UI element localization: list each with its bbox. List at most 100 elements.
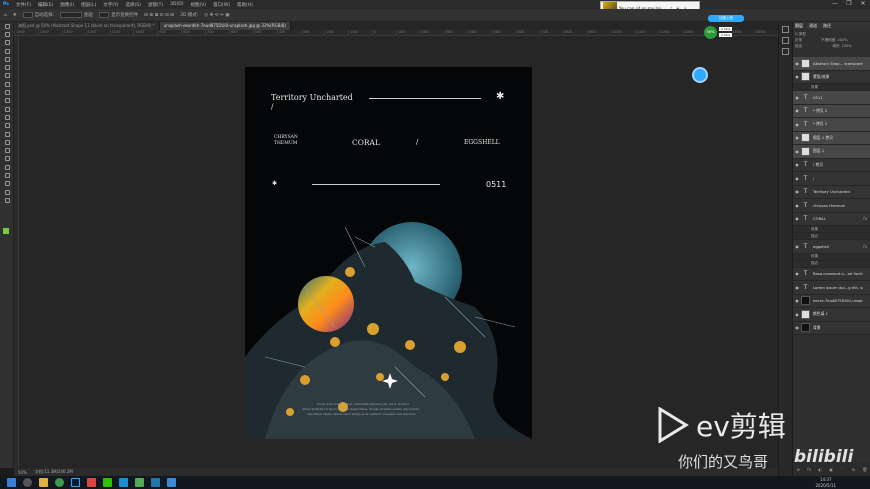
layer-effect-row[interactable]: 描边	[793, 233, 870, 240]
menu-help[interactable]: 帮助(H)	[237, 2, 253, 8]
visibility-eye-icon[interactable]: ◉	[793, 312, 801, 317]
file-explorer-icon[interactable]	[39, 478, 48, 487]
floating-circle-button[interactable]	[692, 67, 708, 83]
layer-row[interactable]: ◉ 蒙版/效果	[793, 70, 870, 84]
visibility-eye-icon[interactable]: ◉	[793, 271, 801, 276]
home-icon[interactable]: ⌂	[4, 13, 7, 18]
layer-effect-row[interactable]: 效果	[793, 226, 870, 233]
visibility-eye-icon[interactable]: ◉	[793, 216, 801, 221]
layer-effect-row[interactable]: 描边	[793, 260, 870, 268]
wechat-icon[interactable]	[103, 478, 112, 487]
app-icon-2[interactable]	[119, 478, 128, 487]
visibility-eye-icon[interactable]: ◉	[793, 108, 801, 113]
move-tool-icon[interactable]	[0, 22, 14, 30]
fill-field[interactable]: 100%	[842, 44, 852, 48]
layer-row[interactable]: ◉ Abstract Shap... transparent)	[793, 57, 870, 71]
layer-row[interactable]: ◉ 图层 1 拷贝	[793, 131, 870, 145]
windows-start-icon[interactable]	[7, 478, 16, 487]
opacity-field[interactable]: 100%	[837, 38, 847, 42]
layer-row[interactable]: ◉ T * 拷贝 2	[793, 104, 870, 118]
layer-row[interactable]: ◉ T Rosa.consecat.n...ed facilisis	[793, 267, 870, 281]
layer-row[interactable]: ◉T Lorem ipsum dol...g elit, sed do	[793, 281, 870, 295]
marquee-tool-icon[interactable]	[0, 30, 14, 38]
libraries-icon[interactable]	[782, 48, 789, 55]
pen-tool-icon[interactable]	[0, 146, 14, 154]
menu-image[interactable]: 图像(I)	[60, 2, 74, 8]
app-icon-3[interactable]	[135, 478, 144, 487]
gradient-tool-icon[interactable]	[0, 122, 14, 130]
path-select-tool-icon[interactable]	[0, 163, 14, 171]
more-tool-icon[interactable]	[0, 196, 14, 204]
layers-footer-icon[interactable]: 🗑	[862, 467, 867, 472]
app-icon-1[interactable]	[87, 478, 96, 487]
visibility-eye-icon[interactable]: ◉	[793, 203, 801, 208]
history-brush-tool-icon[interactable]	[0, 105, 14, 113]
menu-layer[interactable]: 图层(L)	[81, 2, 96, 8]
frame-tool-icon[interactable]	[0, 63, 14, 71]
visibility-eye-icon[interactable]: ◉	[793, 61, 801, 66]
crop-tool-icon[interactable]	[0, 55, 14, 63]
photoshop-taskbar-icon[interactable]	[71, 478, 80, 487]
history-icon[interactable]	[782, 26, 789, 33]
layer-row[interactable]: ◉ T * 拷贝 2	[793, 118, 870, 132]
layer-kind-filter[interactable]: Q 类型	[795, 32, 806, 36]
system-clock[interactable]: 14:37 2020/5/11	[815, 476, 836, 489]
visibility-eye-icon[interactable]: ◉	[793, 244, 801, 249]
zoom-level[interactable]: 50%	[18, 470, 27, 475]
dodge-tool-icon[interactable]	[0, 138, 14, 146]
maximize-button[interactable]: ❐	[842, 0, 856, 9]
layer-effect-row[interactable]: 效果	[793, 84, 870, 91]
tab-poster-psd[interactable]: 海报.psd @ 50% (Abstract Shape 11 (blurs o…	[14, 22, 160, 30]
visibility-eye-icon[interactable]: ◉	[793, 325, 801, 330]
shape-tool-icon[interactable]	[0, 171, 14, 179]
tab-channels[interactable]: 通道	[809, 23, 817, 29]
visibility-eye-icon[interactable]: ◉	[793, 162, 801, 167]
fx-icon[interactable]: fx	[863, 244, 867, 249]
properties-icon[interactable]	[782, 37, 789, 44]
search-icon[interactable]	[23, 478, 32, 487]
layer-row[interactable]: ◉ T /	[793, 172, 870, 186]
lasso-tool-icon[interactable]	[0, 39, 14, 47]
type-tool-icon[interactable]	[0, 155, 14, 163]
layer-row[interactable]: ◉ 图层 1	[793, 145, 870, 159]
app-icon-5[interactable]	[167, 478, 176, 487]
tab-paths[interactable]: 路径	[823, 23, 831, 29]
eraser-tool-icon[interactable]	[0, 113, 14, 121]
menu-view[interactable]: 视图(V)	[190, 2, 206, 8]
poster-canvas[interactable]: Territory Uncharted ✱ / CHRYSAN THEMUM C…	[245, 67, 532, 439]
visibility-eye-icon[interactable]: ◉	[793, 74, 801, 79]
move-tool-icon[interactable]: ✥	[13, 13, 17, 18]
layer-row[interactable]: ◉ 颜色填 1	[793, 308, 870, 322]
layer-row[interactable]: ◉ T Territory Uncharted	[793, 185, 870, 199]
speed-up-button[interactable]: 加速上网	[708, 15, 744, 22]
layer-select[interactable]: 图层	[60, 12, 93, 18]
tab-layers[interactable]: 图层	[795, 23, 803, 29]
brush-tool-icon[interactable]	[0, 88, 14, 96]
layer-effect-row[interactable]: 效果	[793, 253, 870, 261]
fx-icon[interactable]: fx	[863, 216, 867, 221]
eyedropper-tool-icon[interactable]	[0, 72, 14, 80]
visibility-eye-icon[interactable]: ◉	[793, 298, 801, 303]
align-icons[interactable]: ⊟ ⊞ ⊠ ⊡ ⊟ ⊞	[144, 13, 174, 18]
zoom-tool-icon[interactable]	[0, 188, 14, 196]
blend-mode-select[interactable]: 正常	[795, 38, 802, 42]
visibility-eye-icon[interactable]: ◉	[793, 176, 801, 181]
layer-row[interactable]: ◉ T CORAL fx	[793, 212, 870, 226]
menu-file[interactable]: 文件(F)	[16, 2, 31, 8]
close-button[interactable]: ✕	[856, 0, 870, 9]
ps-logo[interactable]: Ps	[3, 2, 9, 7]
tab-unsplash-jpg[interactable]: unsplash-eexrdkh-7eud875DUi0-unsplash.jp…	[159, 22, 291, 30]
visibility-eye-icon[interactable]: ◉	[793, 95, 801, 100]
visibility-eye-icon[interactable]: ◉	[793, 149, 801, 154]
menu-edit[interactable]: 编辑(E)	[38, 2, 53, 8]
layer-row[interactable]: ◉ T / 拷贝	[793, 158, 870, 172]
menu-3d[interactable]: 3D(D)	[170, 2, 183, 7]
layer-row[interactable]: ◉ T 0511	[793, 91, 870, 105]
menu-type[interactable]: 文字(Y)	[103, 2, 118, 8]
menu-filter[interactable]: 滤镜(T)	[148, 2, 163, 8]
clone-tool-icon[interactable]	[0, 97, 14, 105]
minimize-button[interactable]: —	[828, 0, 842, 9]
show-transform-checkbox[interactable]: 显示变换控件	[99, 12, 138, 18]
menu-select[interactable]: 选择(S)	[126, 2, 141, 8]
menu-window[interactable]: 窗口(W)	[213, 2, 230, 8]
